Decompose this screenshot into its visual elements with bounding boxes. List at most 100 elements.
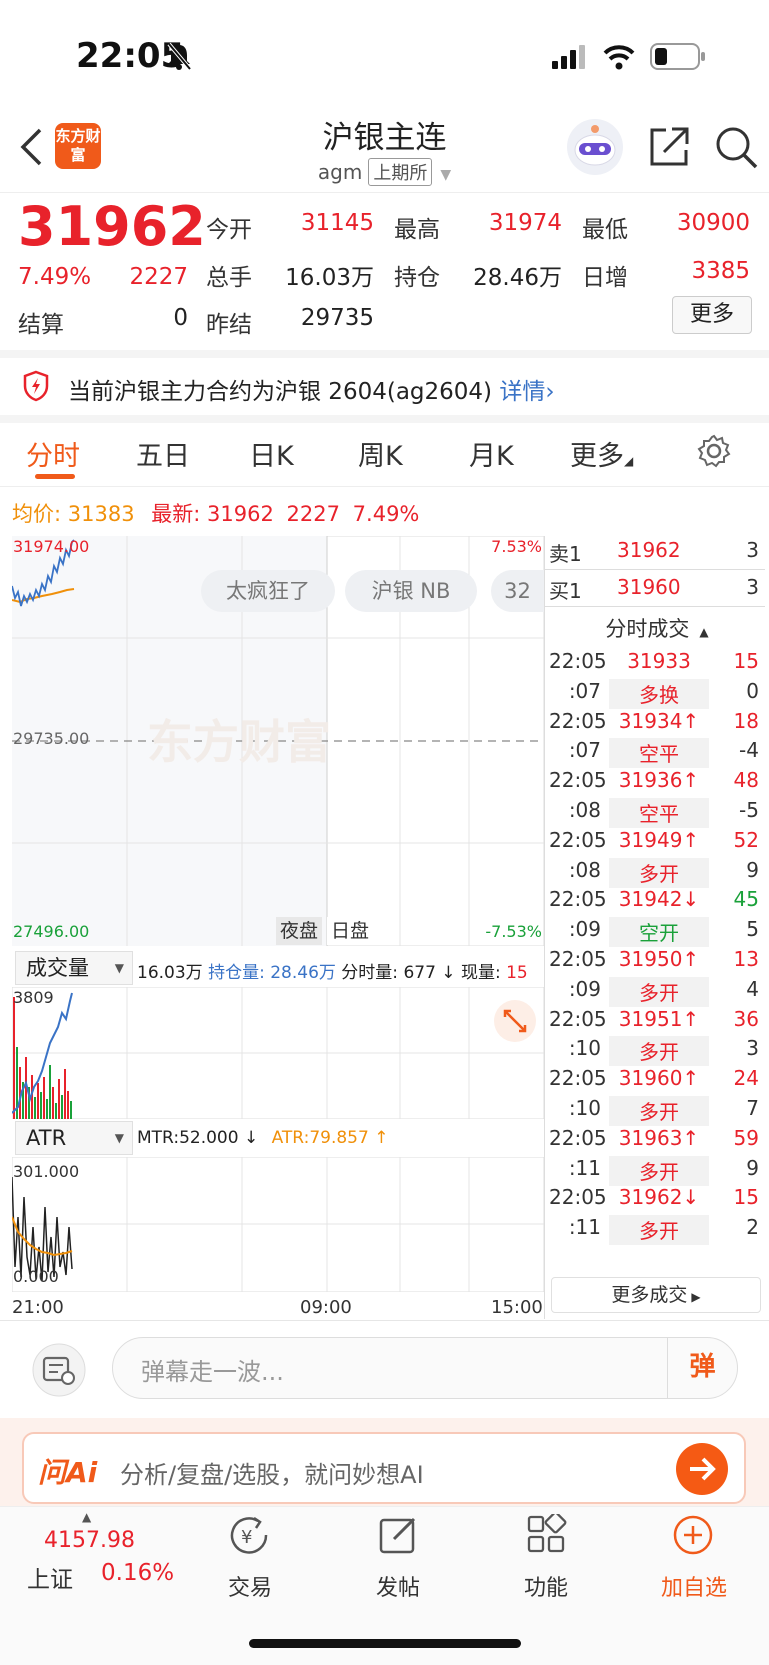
ticks-header-label: 分时成交 (605, 617, 690, 641)
ticks-header[interactable]: 分时成交 ▲ (545, 613, 769, 643)
tab-more[interactable]: 更多◢ (570, 434, 633, 473)
ai-ask-bar[interactable]: 问Ai 分析/复盘/选股，就问妙想AI (22, 1432, 746, 1504)
tick-time: 22:05 (549, 887, 607, 912)
settings-gear-icon[interactable] (697, 434, 731, 468)
tick-time: :09 (568, 917, 601, 942)
ai-robot-icon[interactable] (565, 117, 625, 177)
bell-mute-icon (167, 42, 192, 70)
share-icon[interactable] (648, 124, 692, 168)
y-mid-label: 29735.00 (13, 729, 90, 748)
tick-type: 空开 (639, 921, 679, 946)
nav-post[interactable]: 发帖 (368, 1570, 428, 1602)
tick-time: :08 (568, 797, 601, 822)
avg-value: 31383 (67, 502, 135, 526)
change-value: 2227 (129, 264, 188, 290)
tick-time: :10 (568, 1036, 601, 1061)
tick-time: 22:05 (549, 708, 607, 733)
nav-trade[interactable]: 交易 (220, 1570, 280, 1602)
latest-value: 31962 (207, 502, 274, 526)
tick-time: :08 (568, 857, 601, 882)
post-edit-icon[interactable] (378, 1514, 420, 1556)
prev-settle-value: 29735 (300, 305, 374, 331)
signal-icon (552, 45, 585, 69)
expand-icon[interactable] (493, 999, 537, 1043)
tick-row: :10 多开 7 (545, 1095, 765, 1126)
tick-volume: 18 (733, 708, 759, 733)
tab-daily-k[interactable]: 日K (249, 434, 294, 473)
vol-oi-value: 28.46万 (270, 963, 336, 983)
volume-chart[interactable] (12, 987, 544, 1119)
wifi-icon (603, 45, 635, 70)
session-night[interactable]: 夜盘 (276, 917, 323, 945)
danmu-bubble[interactable]: 沪银 NB (345, 570, 477, 612)
index-name[interactable]: 上证 (27, 1560, 73, 1594)
nav-function[interactable]: 功能 (515, 1570, 577, 1602)
oi-label: 持仓 (394, 265, 440, 291)
atr-selector-label: ATR (26, 1126, 67, 1150)
exchange-tag: 上期所 (368, 158, 433, 186)
caret-icon: ◢ (624, 454, 634, 468)
change-pct: 7.49% (18, 264, 92, 290)
tick-row: :11 多开 2 (545, 1215, 765, 1246)
index-value[interactable]: 4157.98 (44, 1528, 135, 1553)
buy-label: 买1 (549, 579, 582, 603)
x-label-mid: 09:00 (300, 1297, 352, 1318)
prev-settle-label: 昨结 (206, 312, 252, 338)
more-ticks-button[interactable]: 更多成交 ▶ (551, 1277, 761, 1313)
atr-indicator-select[interactable]: ATR ▼ (15, 1121, 133, 1155)
tick-price: 31949↑ (618, 827, 700, 852)
danmu-bubble[interactable]: 太疯狂了 (201, 570, 335, 612)
pct-bottom-label: -7.53% (485, 922, 542, 941)
function-grid-icon[interactable] (526, 1514, 568, 1556)
watermark: 东方财富 (147, 715, 331, 769)
open-value: 31145 (300, 210, 374, 236)
index-pct[interactable]: 0.16% (101, 1560, 174, 1586)
tab-monthly-k[interactable]: 月K (469, 434, 514, 473)
open-label: 今开 (206, 217, 252, 243)
danmu-bubble[interactable]: 32 (491, 570, 544, 612)
add-plus-icon[interactable] (672, 1514, 714, 1556)
tick-type: 多开 (639, 1040, 679, 1065)
arrow-right-icon[interactable] (675, 1442, 729, 1496)
vol-oi-label: 持仓量: (208, 963, 265, 983)
danmu-input[interactable]: 弹幕走一波... 弹 (112, 1337, 738, 1399)
danmu-toggle-button[interactable]: 弹 (667, 1338, 737, 1398)
home-indicator[interactable] (249, 1639, 521, 1648)
tick-time: 22:05 (549, 1066, 607, 1091)
trade-icon[interactable]: ¥ (228, 1515, 272, 1557)
notice-detail-link[interactable]: 详情 (499, 379, 545, 405)
daily-inc-label: 日增 (582, 265, 628, 291)
low-label: 最低 (582, 217, 628, 243)
volume-indicator-select[interactable]: 成交量 ▼ (15, 951, 133, 985)
tick-type: 空平 (639, 742, 679, 767)
tick-row: 22:05 31950↑ 13 (545, 947, 765, 977)
comment-toggle-icon[interactable] (30, 1343, 88, 1397)
daily-inc-value: 3385 (691, 258, 750, 284)
high-value: 31974 (488, 210, 562, 236)
tick-volume: 45 (733, 887, 759, 912)
tick-price: 31934↑ (618, 708, 700, 733)
tick-volume: 15 (733, 1185, 759, 1210)
tick-volume: 4 (746, 976, 759, 1001)
ai-brand: 问Ai (38, 1456, 98, 1489)
settle-label: 结算 (18, 312, 64, 338)
danmu-label: 弹 (689, 1352, 716, 1382)
tab-weekly-k[interactable]: 周K (358, 434, 403, 473)
tab-five-day[interactable]: 五日 (136, 434, 190, 473)
session-day[interactable]: 日盘 (327, 917, 374, 945)
more-quote-button[interactable]: 更多 (672, 296, 752, 334)
tick-row: :11 多开 9 (545, 1155, 765, 1186)
tick-price: 31936↑ (618, 768, 700, 793)
ticks-list[interactable]: 22:05 31933 15:07 多换 0 22:05 31934↑ 18:07 空平 -4 22… (545, 649, 769, 1282)
search-icon[interactable] (713, 124, 759, 170)
sell-price: 31962 (617, 538, 681, 562)
tick-time: 22:05 (549, 1006, 607, 1031)
tick-volume: 48 (733, 768, 759, 793)
volume-value: 16.03万 (285, 265, 374, 291)
tab-intraday[interactable]: 分时 (26, 434, 80, 473)
atr-value: ATR:79.857 ↑ (271, 1128, 389, 1148)
nav-add-watchlist[interactable]: 加自选 (654, 1570, 734, 1602)
tick-volume: -5 (739, 797, 759, 822)
atr-chart[interactable] (12, 1157, 544, 1292)
tick-price: 31960↑ (618, 1066, 700, 1091)
